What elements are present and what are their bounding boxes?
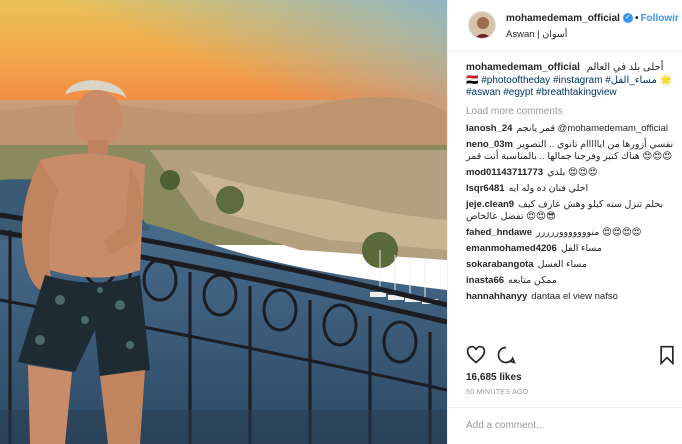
action-bar bbox=[466, 345, 676, 367]
comment-item: mod01143711773 بلدي 😍😍😍 bbox=[466, 167, 676, 179]
comment-item: lsqr6481 احلي فنان ده وله ايه bbox=[466, 183, 676, 195]
comment-item: hannahhanyy dantaa el view nafso bbox=[466, 291, 676, 303]
comment-item: neno_03m نفسي أزورها من ايااااام تانوي ..… bbox=[466, 139, 676, 163]
post-image bbox=[0, 0, 447, 444]
caption-hashtags[interactable]: #photooftheday #instagram #مساء_الفل 🌟 #… bbox=[466, 75, 672, 99]
bookmark-icon[interactable] bbox=[658, 345, 676, 368]
header-username-row: mohamedemam_official ✓ • Followir bbox=[506, 13, 679, 24]
header-username[interactable]: mohamedemam_official bbox=[506, 13, 620, 24]
comment-username[interactable]: lsqr6481 bbox=[466, 183, 505, 194]
comment-text: قمر يانجم @mohamedemam_official bbox=[516, 122, 668, 134]
comment-text: ممكن متابعه bbox=[508, 274, 557, 286]
comment-item: lanosh_24 قمر يانجم @mohamedemam_official bbox=[466, 123, 676, 135]
comments-list: mohamedemam_official أحلى بلد في العالم … bbox=[466, 62, 676, 307]
post-photo[interactable] bbox=[0, 0, 447, 444]
comment-username[interactable]: lanosh_24 bbox=[466, 123, 512, 134]
add-comment-bar bbox=[448, 407, 682, 444]
comment-username[interactable]: inasta66 bbox=[466, 275, 504, 286]
comment-text: مساء الفل bbox=[560, 242, 602, 254]
comment-text: dantaa el view nafso bbox=[531, 290, 618, 302]
comment-item: emanmohamed4206 مساء الفل bbox=[466, 243, 676, 255]
post-timestamp[interactable]: 50 MINUTES AGO bbox=[466, 389, 529, 396]
comment-text: بلدي 😍😍😍 bbox=[547, 166, 598, 178]
comment-username[interactable]: fahed_hndawe bbox=[466, 227, 532, 238]
comment-item: inasta66 ممكن متابعه bbox=[466, 275, 676, 287]
likes-count[interactable]: 16,685 likes bbox=[466, 372, 522, 383]
comment-text: احلي فنان ده وله ايه bbox=[508, 182, 589, 194]
avatar[interactable] bbox=[468, 11, 496, 39]
location-link[interactable]: Aswan | أسوان bbox=[506, 29, 567, 40]
comment-username[interactable]: hannahhanyy bbox=[466, 291, 527, 302]
follow-button[interactable]: Followir bbox=[640, 13, 678, 24]
separator-dot: • bbox=[634, 13, 639, 24]
verified-badge-icon: ✓ bbox=[622, 13, 633, 24]
caption-username[interactable]: mohamedemam_official bbox=[466, 62, 580, 73]
load-more-comments-button[interactable]: Load more comments bbox=[466, 106, 676, 117]
comment-username[interactable]: emanmohamed4206 bbox=[466, 243, 557, 254]
post-header: mohamedemam_official ✓ • Followir Aswan | أ… bbox=[448, 0, 682, 52]
comment-item: jeje.clean9 بحلم تنزل سته كيلو وهش عارف ك… bbox=[466, 199, 676, 223]
caption: mohamedemam_official أحلى بلد في العالم … bbox=[466, 62, 676, 100]
add-comment-input[interactable] bbox=[466, 420, 661, 431]
comment-item: fahed_hndawe منوووووووررررر 😍😍😍😍 bbox=[466, 227, 676, 239]
comment-icon[interactable] bbox=[496, 345, 516, 368]
post-side-panel: mohamedemam_official ✓ • Followir Aswan | أ… bbox=[447, 0, 682, 444]
comment-text: منوووووووررررر 😍😍😍😍 bbox=[536, 226, 642, 238]
comment-username[interactable]: sokarabangota bbox=[466, 259, 534, 270]
comment-username[interactable]: jeje.clean9 bbox=[466, 199, 514, 210]
comment-item: sokarabangota مساء العسل bbox=[466, 259, 676, 271]
heart-icon[interactable] bbox=[466, 345, 486, 368]
comment-username[interactable]: neno_03m bbox=[466, 139, 513, 150]
comment-text: مساء العسل bbox=[537, 258, 587, 270]
comment-username[interactable]: mod01143711773 bbox=[466, 167, 543, 178]
